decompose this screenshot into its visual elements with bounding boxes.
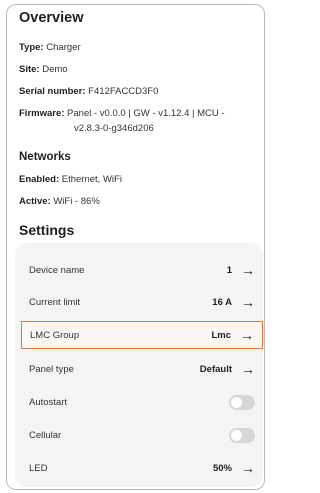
setting-autostart: Autostart [21, 388, 263, 416]
setting-device-name[interactable]: Device name 1 → [21, 256, 263, 284]
setting-current-limit[interactable]: Current limit 16 A → [21, 288, 263, 316]
firmware-line: Firmware: Panel - v0.0.0 | GW - v1.12.4 … [19, 106, 257, 136]
site-line: Site: Demo [19, 62, 68, 77]
setting-lmc-group[interactable]: LMC Group Lmc → [21, 321, 263, 349]
toggle-knob [231, 396, 242, 408]
type-label: Type: [19, 42, 44, 53]
serial-line: Serial number: F412FACCD3F0 [19, 84, 158, 99]
panel-type-value: Default [199, 363, 232, 375]
site-value: Demo [42, 64, 68, 75]
setting-cellular: Cellular [21, 421, 263, 449]
cellular-label: Cellular [29, 429, 62, 441]
current-limit-value: 16 A [212, 296, 232, 308]
arrow-right-icon[interactable]: → [241, 362, 255, 376]
arrow-right-icon[interactable]: → [240, 328, 254, 342]
enabled-value: Ethernet, WiFi [61, 174, 122, 185]
enabled-line: Enabled: Ethernet, WiFi [19, 172, 122, 187]
lmc-group-label: LMC Group [30, 329, 80, 341]
arrow-right-icon[interactable]: → [241, 295, 255, 309]
type-value: Charger [46, 42, 81, 53]
type-line: Type: Charger [19, 40, 81, 55]
active-line: Active: WiFi - 86% [19, 194, 100, 209]
overview-title: Overview [19, 10, 84, 26]
cellular-toggle[interactable] [229, 427, 255, 443]
serial-label: Serial number: [19, 86, 86, 97]
arrow-right-icon[interactable]: → [241, 461, 255, 475]
active-label: Active: [19, 196, 51, 207]
led-value: 50% [212, 462, 232, 474]
enabled-label: Enabled: [19, 174, 60, 185]
firmware-value-cont: v2.8.3-0-g346d206 [74, 123, 154, 134]
toggle-knob [231, 429, 242, 441]
firmware-label: Firmware: [19, 108, 65, 119]
firmware-value: Panel - v0.0.0 | GW - v1.12.4 | MCU - [67, 108, 225, 119]
arrow-right-icon[interactable]: → [241, 263, 255, 277]
autostart-toggle[interactable] [229, 394, 255, 410]
autostart-label: Autostart [29, 396, 68, 408]
site-label: Site: [19, 64, 40, 75]
serial-value: F412FACCD3F0 [88, 86, 159, 97]
device-name-value: 1 [226, 264, 232, 276]
setting-panel-type[interactable]: Panel type Default → [21, 355, 263, 383]
device-name-label: Device name [29, 264, 85, 276]
settings-title: Settings [19, 222, 75, 238]
networks-title: Networks [19, 151, 71, 163]
active-value: WiFi - 86% [53, 196, 100, 207]
led-label: LED [29, 462, 48, 474]
current-limit-label: Current limit [29, 296, 81, 308]
panel-type-label: Panel type [29, 363, 74, 375]
setting-led[interactable]: LED 50% → [21, 454, 263, 482]
lmc-group-value: Lmc [211, 329, 231, 341]
